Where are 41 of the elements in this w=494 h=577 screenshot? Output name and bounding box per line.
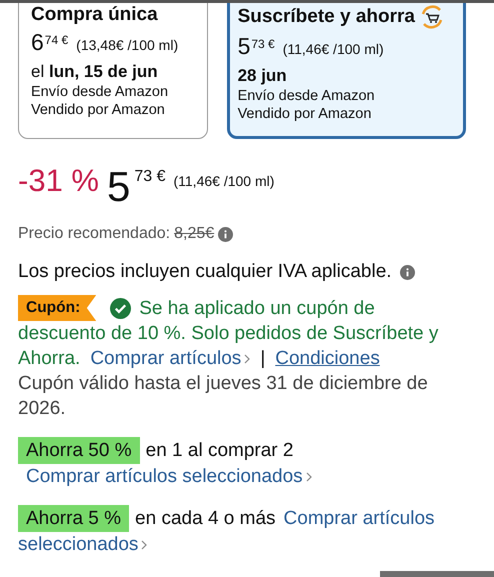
chevron-icon (244, 354, 250, 364)
unit-price: (11,46€ /100 ml) (282, 41, 384, 57)
coupon-badge: Cupón: (18, 295, 96, 321)
purchase-option-card[interactable]: Compra única 6$^{74 €}$ (13,48€ /100 ml) el lun, 15 de jun Envío desde Amazon Vendido por Amazon (18, 3, 208, 139)
coupon-message: descuento de 10 %. Solo pedidos de Suscríbete y (18, 323, 438, 344)
separator: | (260, 348, 266, 369)
info-icon[interactable] (400, 264, 415, 280)
info-icon[interactable] (218, 226, 234, 242)
check-icon (110, 298, 132, 318)
delivery-date: el lun, 15 de jun (31, 62, 159, 82)
shop-items-link[interactable]: Comprar artículos (90, 348, 250, 369)
shop-selected-link[interactable]: Comprar artículos seleccionados (26, 464, 312, 489)
chevron-icon (306, 472, 312, 482)
list-price: 8,25€ (174, 225, 214, 243)
delivery-date: 28 jun (238, 66, 288, 86)
seller-info: Vendido por Amazon (238, 106, 372, 122)
discount-percent: -31 % (18, 162, 99, 200)
terms-link[interactable]: Condiciones (275, 348, 380, 369)
coupon-message: Se ha aplicado un cupón de (139, 296, 375, 320)
coupon-message: Ahorra. (18, 348, 80, 369)
unit-price: (11,46€ /100 ml) (173, 173, 274, 189)
seller-info: Vendido por Amazon (31, 102, 166, 118)
shipping-info: Envío desde Amazon (31, 84, 170, 100)
option-title: Suscríbete y ahorra (238, 6, 415, 28)
option-price: 5$^{73 €}$ (238, 33, 275, 60)
deal-text: en 1 al comprar 2 (146, 439, 294, 463)
shipping-info: Envío desde Amazon (238, 88, 376, 104)
shop-selected-link[interactable]: seleccionados (18, 532, 148, 557)
option-title: Compra única (31, 4, 158, 26)
deal-text: en cada 4 o más (135, 507, 276, 531)
coupon-validity: Cupón válido hasta el jueves 31 de diciembre de 2026. (17, 372, 429, 421)
list-price-label: Precio recomendado: (18, 225, 170, 243)
savings-badge: Ahorra 5 % (18, 505, 130, 532)
savings-badge: Ahorra 50 % (18, 437, 140, 464)
tax-note: Los precios incluyen cualquier IVA aplicable. (18, 261, 392, 283)
purchase-option-card[interactable]: Suscríbete y ahorra 5$^{73 €}$ (11,46€ /100 ml) 28 jun Envío desde Amazon Vendido por Amazon (226, 3, 466, 139)
unit-price: (13,48€ /100 ml) (76, 37, 178, 53)
price: 5$^{73 €}$ (106, 162, 166, 212)
option-price: 6$^{74 €}$ (31, 29, 68, 56)
chevron-icon (141, 540, 148, 550)
shop-selected-link[interactable]: Comprar artículos (284, 506, 435, 531)
